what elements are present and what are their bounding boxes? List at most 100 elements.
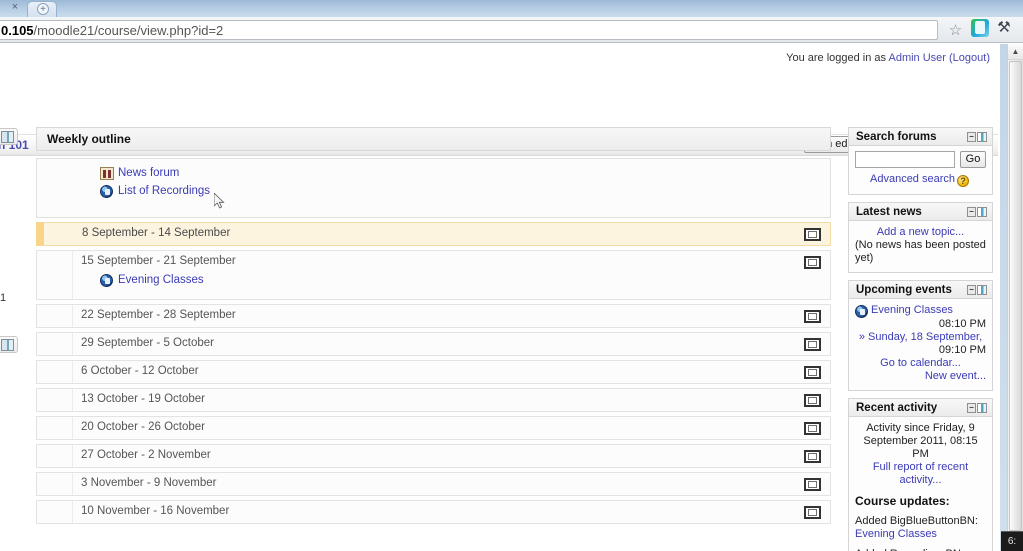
block-controls: −: [967, 207, 987, 218]
highlight-topic-icon[interactable]: [804, 338, 821, 351]
block-title-text: Recent activity: [856, 402, 938, 414]
highlight-topic-icon[interactable]: [804, 394, 821, 407]
collapse-icon[interactable]: −: [967, 285, 976, 295]
add-new-topic-link[interactable]: Add a new topic...: [877, 226, 964, 238]
page-scrollbar[interactable]: ▲: [1007, 44, 1023, 551]
scrollbar-thumb[interactable]: [1009, 61, 1022, 531]
login-info-prefix: You are logged in as: [786, 52, 889, 64]
address-bar[interactable]: 0.105/moodle21/course/view.php?id=2: [0, 20, 938, 40]
full-report-line: Full report of recent activity...: [855, 461, 986, 487]
highlight-topic-icon[interactable]: [804, 450, 821, 463]
block-latest-news: Latest news − Add a new topic... (No new…: [848, 202, 993, 273]
week-side-strip: [37, 417, 73, 439]
block-title-text: Latest news: [856, 206, 922, 218]
scroll-up-arrow-icon[interactable]: ▲: [1008, 44, 1023, 60]
login-user-link[interactable]: Admin User: [888, 52, 945, 64]
new-event-link[interactable]: New event...: [925, 370, 986, 382]
plus-icon: +: [37, 3, 49, 15]
week-side-strip: [37, 389, 73, 411]
logout-link[interactable]: (Logout): [949, 52, 990, 64]
week-label: 22 September - 28 September: [81, 309, 236, 321]
week-side-strip: [37, 333, 73, 355]
advanced-search-link[interactable]: Advanced search: [870, 173, 955, 185]
dock-icon[interactable]: [977, 132, 987, 142]
dock-icon[interactable]: [977, 207, 987, 217]
taskbar-clock: 6:: [1001, 531, 1023, 551]
week-row[interactable]: 29 September - 5 October: [36, 332, 831, 356]
weekly-outline-heading: Weekly outline: [36, 127, 831, 151]
week-row-current[interactable]: 8 September - 14 September: [36, 222, 831, 246]
block-title-text: Search forums: [856, 131, 937, 143]
add-topic-line: Add a new topic...: [855, 226, 986, 239]
highlight-topic-icon[interactable]: [804, 228, 821, 241]
block-recent-activity: Recent activity − Activity since Friday,…: [848, 398, 993, 551]
bigbluebutton-icon: [855, 305, 868, 318]
go-to-calendar-link[interactable]: Go to calendar...: [880, 357, 961, 369]
highlight-topic-icon[interactable]: [804, 506, 821, 519]
activity-since-text: Activity since Friday, 9 September 2011,…: [863, 422, 978, 460]
activity-list-of-recordings[interactable]: List of Recordings: [100, 185, 830, 199]
event-date-link[interactable]: » Sunday, 18 September,: [859, 331, 982, 343]
full-report-link[interactable]: Full report of recent activity...: [873, 461, 968, 486]
block-search-forums: Search forums − Go Advanced search?: [848, 127, 993, 195]
go-to-calendar-line: Go to calendar...: [855, 357, 986, 370]
go-button[interactable]: Go: [960, 151, 986, 168]
dock-icon[interactable]: [977, 285, 987, 295]
week-side-strip: [37, 473, 73, 495]
week-row[interactable]: 13 October - 19 October: [36, 388, 831, 412]
collapse-icon[interactable]: −: [967, 207, 976, 217]
dock-item-bottom[interactable]: [0, 336, 18, 353]
dock-block-icon: [1, 131, 14, 143]
week-label: 13 October - 19 October: [81, 393, 206, 405]
highlight-topic-icon[interactable]: [804, 256, 821, 269]
week-row[interactable]: 3 November - 9 November: [36, 472, 831, 496]
highlight-topic-icon[interactable]: [804, 422, 821, 435]
activity-news-forum[interactable]: News forum: [100, 167, 830, 181]
tab-close-icon[interactable]: ×: [8, 1, 22, 14]
recent-update-item: Added BigBlueButtonBN: Evening Classes: [855, 515, 986, 541]
no-news-text: (No news has been posted yet): [855, 239, 986, 264]
week-row[interactable]: 27 October - 2 November: [36, 444, 831, 468]
update-link[interactable]: Evening Classes: [855, 528, 937, 540]
course-updates-heading: Course updates:: [855, 494, 950, 508]
block-body: Add a new topic... (No news has been pos…: [848, 221, 993, 273]
week-row[interactable]: 15 September - 21 September Evening Clas…: [36, 250, 831, 300]
help-icon[interactable]: ?: [957, 175, 969, 187]
block-title: Search forums −: [848, 127, 993, 146]
wrench-menu-icon[interactable]: ⚒: [996, 20, 1012, 36]
collapse-icon[interactable]: −: [967, 132, 976, 142]
extension-icon[interactable]: [971, 19, 989, 37]
block-upcoming-events: Upcoming events − Evening Classes 08:10 …: [848, 280, 993, 391]
week-label: 10 November - 16 November: [81, 505, 230, 517]
week-row[interactable]: 22 September - 28 September: [36, 304, 831, 328]
url-path-part: /moodle21/course/view.php?id=2: [33, 23, 224, 38]
activity-label: Evening Classes: [118, 274, 204, 286]
week-label: 6 October - 12 October: [81, 365, 199, 377]
block-title: Latest news −: [848, 202, 993, 221]
new-tab-button[interactable]: +: [27, 1, 57, 17]
bookmark-star-icon[interactable]: ☆: [948, 23, 963, 38]
upcoming-event-row: Evening Classes: [855, 304, 986, 318]
highlight-topic-icon[interactable]: [804, 478, 821, 491]
week-label: 8 September - 14 September: [82, 227, 231, 239]
collapse-icon[interactable]: −: [967, 403, 976, 413]
block-title: Upcoming events −: [848, 280, 993, 299]
dock-item-top[interactable]: [0, 128, 18, 145]
week-row[interactable]: 6 October - 12 October: [36, 360, 831, 384]
dock-block-icon: [1, 339, 14, 351]
dock-icon[interactable]: [977, 403, 987, 413]
block-controls: −: [967, 403, 987, 414]
search-input[interactable]: [855, 151, 955, 168]
highlight-topic-icon[interactable]: [804, 310, 821, 323]
block-body: Evening Classes 08:10 PM » Sunday, 18 Se…: [848, 299, 993, 391]
activity-label: News forum: [118, 167, 180, 179]
topic-zero-section: News forum List of Recordings: [36, 158, 831, 218]
browser-toolbar: 0.105/moodle21/course/view.php?id=2 ☆: [0, 17, 1023, 43]
bigbluebutton-icon: [100, 274, 113, 287]
highlight-topic-icon[interactable]: [804, 366, 821, 379]
event-name-link[interactable]: Evening Classes: [871, 304, 953, 316]
week-row[interactable]: 10 November - 16 November: [36, 500, 831, 524]
event-time-end: 09:10 PM: [938, 344, 986, 356]
browser-tab-strip: × +: [0, 0, 1023, 17]
week-row[interactable]: 20 October - 26 October: [36, 416, 831, 440]
